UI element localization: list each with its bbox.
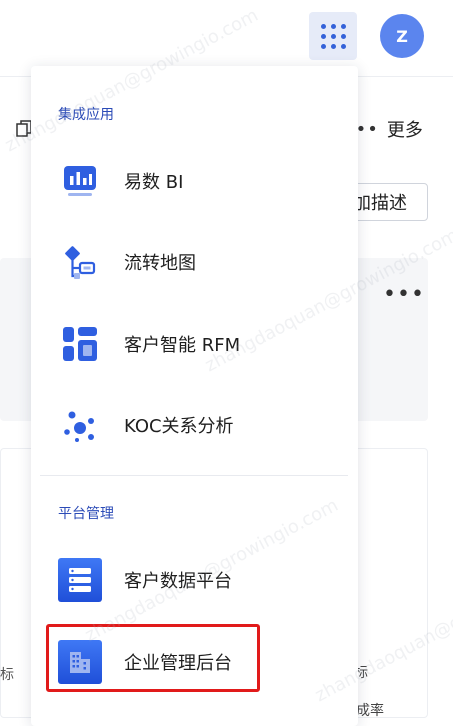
apps-grid-icon — [321, 24, 326, 29]
layout-grid-icon — [58, 322, 102, 366]
apps-grid-dot — [321, 34, 326, 39]
background-fragment-left: 标 — [0, 667, 14, 683]
apps-grid-dot — [331, 44, 336, 49]
menu-item-bi[interactable]: 易数 BI — [40, 151, 350, 211]
database-stack-icon — [58, 558, 102, 602]
apps-grid-dot — [321, 44, 326, 49]
network-dots-icon — [58, 403, 102, 447]
more-label: 更多 — [386, 120, 423, 141]
apps-grid-dot — [331, 34, 336, 39]
menu-item-flow-map[interactable]: 流转地图 — [40, 232, 350, 292]
highlight-box — [46, 624, 260, 692]
apps-grid-button[interactable] — [309, 12, 357, 60]
apps-grid-dot — [341, 24, 346, 29]
background-fragment-right-2: 成率 — [356, 703, 384, 719]
copy-icon[interactable] — [16, 120, 32, 138]
card-more-icon[interactable]: ••• — [383, 282, 425, 307]
apps-grid-dot — [341, 34, 346, 39]
menu-divider — [40, 475, 348, 476]
flow-map-icon — [58, 240, 102, 284]
section-title-platform-mgmt: 平台管理 — [58, 506, 114, 522]
menu-item-label: 客户智能 RFM — [124, 335, 241, 356]
menu-item-label: KOC关系分析 — [124, 416, 234, 437]
add-description-label: 加描述 — [353, 193, 407, 214]
apps-grid-dot — [341, 44, 346, 49]
menu-item-label: 客户数据平台 — [124, 571, 232, 592]
section-title-integrated-apps: 集成应用 — [58, 107, 114, 123]
bar-chart-icon — [58, 159, 102, 203]
menu-item-rfm[interactable]: 客户智能 RFM — [40, 314, 350, 374]
user-avatar[interactable]: Z — [380, 14, 424, 58]
menu-item-label: 流转地图 — [124, 253, 196, 274]
menu-item-label: 易数 BI — [124, 172, 184, 193]
menu-item-cdp[interactable]: 客户数据平台 — [40, 550, 350, 610]
menu-item-koc[interactable]: KOC关系分析 — [40, 395, 350, 455]
apps-grid-dot — [331, 24, 336, 29]
